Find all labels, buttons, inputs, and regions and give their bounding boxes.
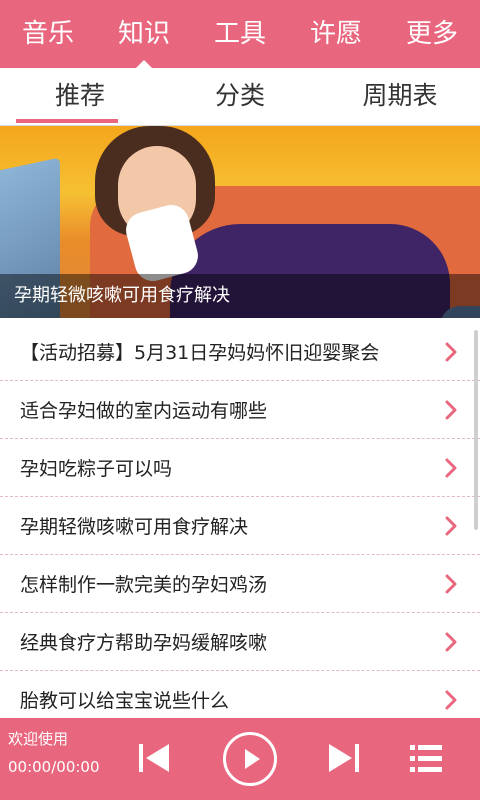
- banner-caption: 孕期轻微咳嗽可用食疗解决: [0, 274, 480, 318]
- list-item-title: 经典食疗方帮助孕妈缓解咳嗽: [20, 632, 268, 654]
- list-item-title: 怎样制作一款完美的孕妇鸡汤: [20, 574, 268, 596]
- tab-wish[interactable]: 许愿: [288, 0, 384, 68]
- tab-music[interactable]: 音乐: [0, 0, 96, 68]
- tab-knowledge[interactable]: 知识: [96, 0, 192, 68]
- player-welcome-text: 欢迎使用: [8, 730, 69, 748]
- list-item[interactable]: 适合孕妇做的室内运动有哪些: [0, 381, 480, 439]
- sub-tabs: 推荐 分类 周期表: [0, 68, 480, 126]
- playlist-icon[interactable]: [408, 742, 444, 776]
- list-item[interactable]: 孕妇吃粽子可以吗: [0, 439, 480, 497]
- tab-tools[interactable]: 工具: [192, 0, 288, 68]
- chevron-right-icon: [445, 458, 457, 477]
- subtab-calendar[interactable]: 周期表: [320, 68, 480, 125]
- list-item-title: 孕妇吃粽子可以吗: [20, 458, 173, 480]
- tab-more[interactable]: 更多: [384, 0, 480, 68]
- list-item[interactable]: 经典食疗方帮助孕妈缓解咳嗽: [0, 613, 480, 671]
- chevron-right-icon: [445, 690, 457, 709]
- previous-icon[interactable]: [136, 740, 172, 776]
- music-player-bar: 欢迎使用 00:00/00:00: [0, 718, 480, 800]
- subtab-recommended[interactable]: 推荐: [0, 68, 160, 125]
- list-item-title: 适合孕妇做的室内运动有哪些: [20, 400, 268, 422]
- list-item[interactable]: 怎样制作一款完美的孕妇鸡汤: [0, 555, 480, 613]
- play-icon: [245, 749, 260, 769]
- list-item[interactable]: 孕期轻微咳嗽可用食疗解决: [0, 497, 480, 555]
- chevron-right-icon: [445, 574, 457, 593]
- list-item-title: 胎教可以给宝宝说些什么: [20, 690, 230, 712]
- play-button[interactable]: [223, 732, 277, 786]
- chevron-right-icon: [445, 342, 457, 361]
- chevron-right-icon: [445, 400, 457, 419]
- list-item-title: 孕期轻微咳嗽可用食疗解决: [20, 516, 249, 538]
- list-item[interactable]: 【活动招募】5月31日孕妈妈怀旧迎婴聚会: [0, 323, 480, 381]
- chevron-right-icon: [445, 632, 457, 651]
- top-nav: 音乐 知识 工具 许愿 更多: [0, 0, 480, 68]
- featured-banner[interactable]: 孕期轻微咳嗽可用食疗解决: [0, 126, 480, 318]
- player-time: 00:00/00:00: [8, 758, 100, 776]
- list-item-title: 【活动招募】5月31日孕妈妈怀旧迎婴聚会: [20, 342, 380, 364]
- next-icon[interactable]: [326, 740, 362, 776]
- list-scrollbar[interactable]: [474, 330, 478, 530]
- article-list: 【活动招募】5月31日孕妈妈怀旧迎婴聚会 适合孕妇做的室内运动有哪些 孕妇吃粽子…: [0, 323, 480, 729]
- subtab-categories[interactable]: 分类: [160, 68, 320, 125]
- chevron-right-icon: [445, 516, 457, 535]
